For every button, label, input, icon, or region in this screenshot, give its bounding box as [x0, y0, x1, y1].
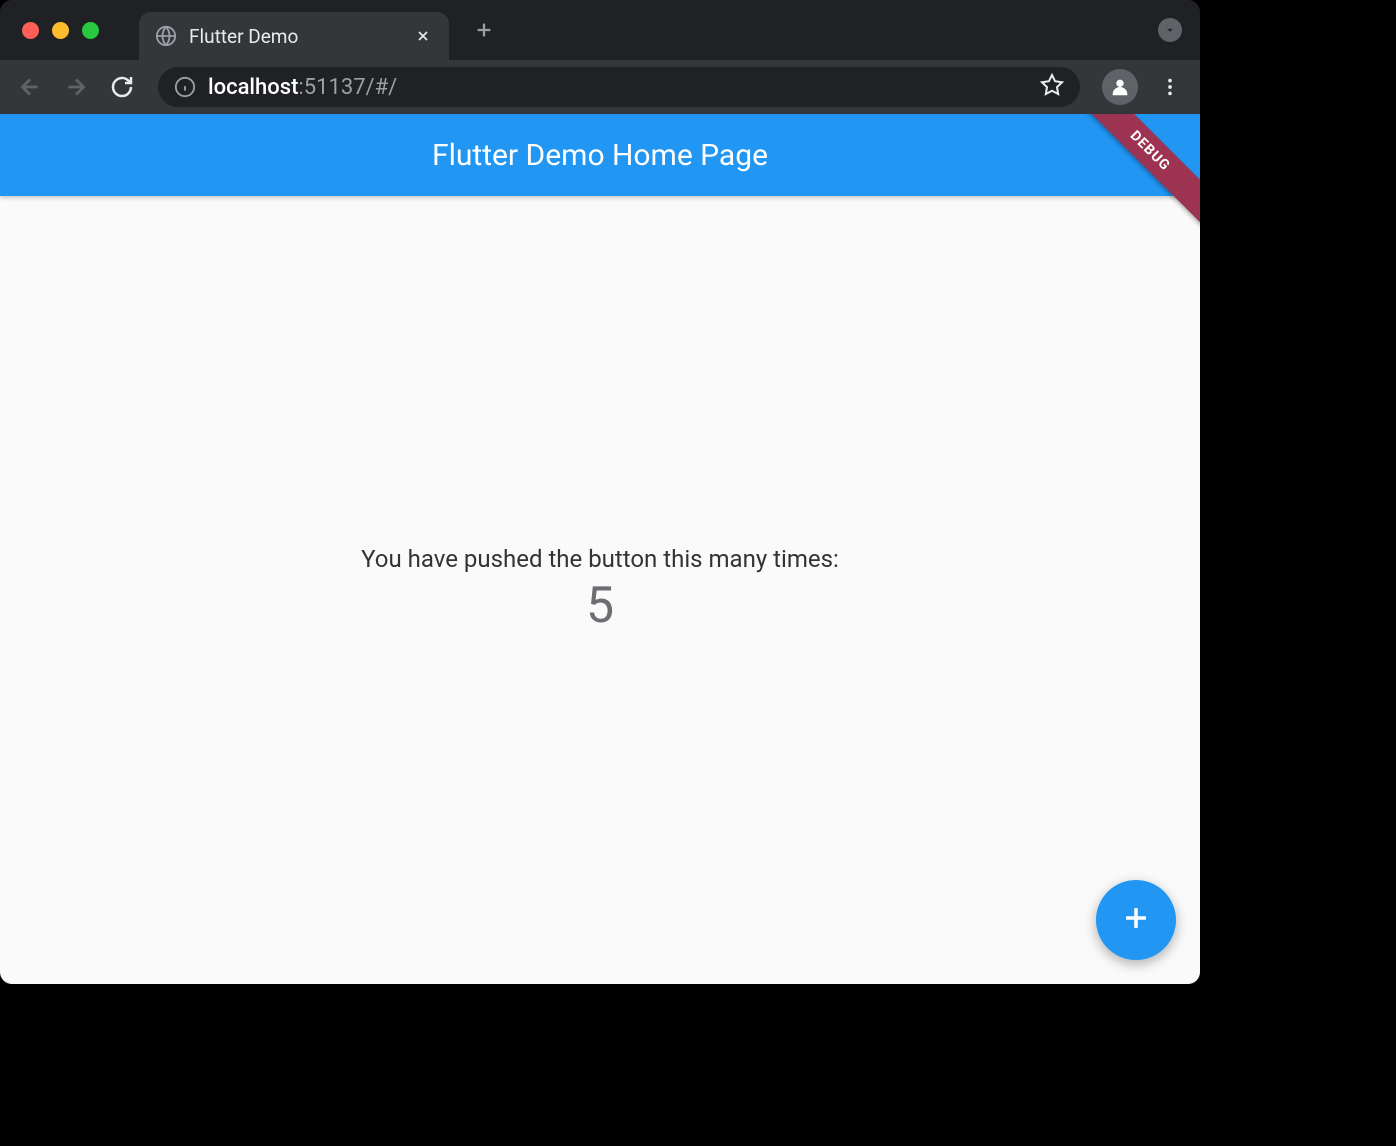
close-window-button[interactable] [22, 22, 39, 39]
close-tab-button[interactable] [413, 26, 433, 46]
new-tab-button[interactable] [469, 15, 499, 45]
minimize-window-button[interactable] [52, 22, 69, 39]
reload-button[interactable] [102, 67, 142, 107]
url-host: localhost [208, 75, 298, 100]
browser-window: Flutter Demo [0, 0, 1200, 984]
app-body: You have pushed the button this many tim… [0, 196, 1200, 984]
counter-label: You have pushed the button this many tim… [361, 545, 839, 573]
tab-bar: Flutter Demo [0, 0, 1200, 60]
url-text: localhost:51137/#/ [208, 75, 1028, 100]
page-title: Flutter Demo Home Page [432, 138, 768, 173]
info-icon[interactable] [174, 76, 196, 98]
bookmark-button[interactable] [1040, 73, 1064, 101]
window-controls [22, 22, 99, 39]
plus-icon [1119, 901, 1153, 939]
profile-button[interactable] [1102, 69, 1138, 105]
tabs-dropdown-button[interactable] [1158, 18, 1182, 42]
maximize-window-button[interactable] [82, 22, 99, 39]
forward-button[interactable] [56, 67, 96, 107]
menu-button[interactable] [1150, 67, 1190, 107]
address-bar: localhost:51137/#/ [0, 60, 1200, 114]
url-input[interactable]: localhost:51137/#/ [158, 67, 1080, 107]
counter-value: 5 [586, 577, 614, 635]
browser-tab[interactable]: Flutter Demo [139, 12, 449, 60]
increment-button[interactable] [1096, 880, 1176, 960]
app-viewport: Flutter Demo Home Page DEBUG You have pu… [0, 114, 1200, 984]
back-button[interactable] [10, 67, 50, 107]
url-path: :51137/#/ [298, 75, 397, 100]
tab-title: Flutter Demo [189, 25, 403, 48]
globe-icon [155, 25, 177, 47]
app-bar: Flutter Demo Home Page [0, 114, 1200, 196]
